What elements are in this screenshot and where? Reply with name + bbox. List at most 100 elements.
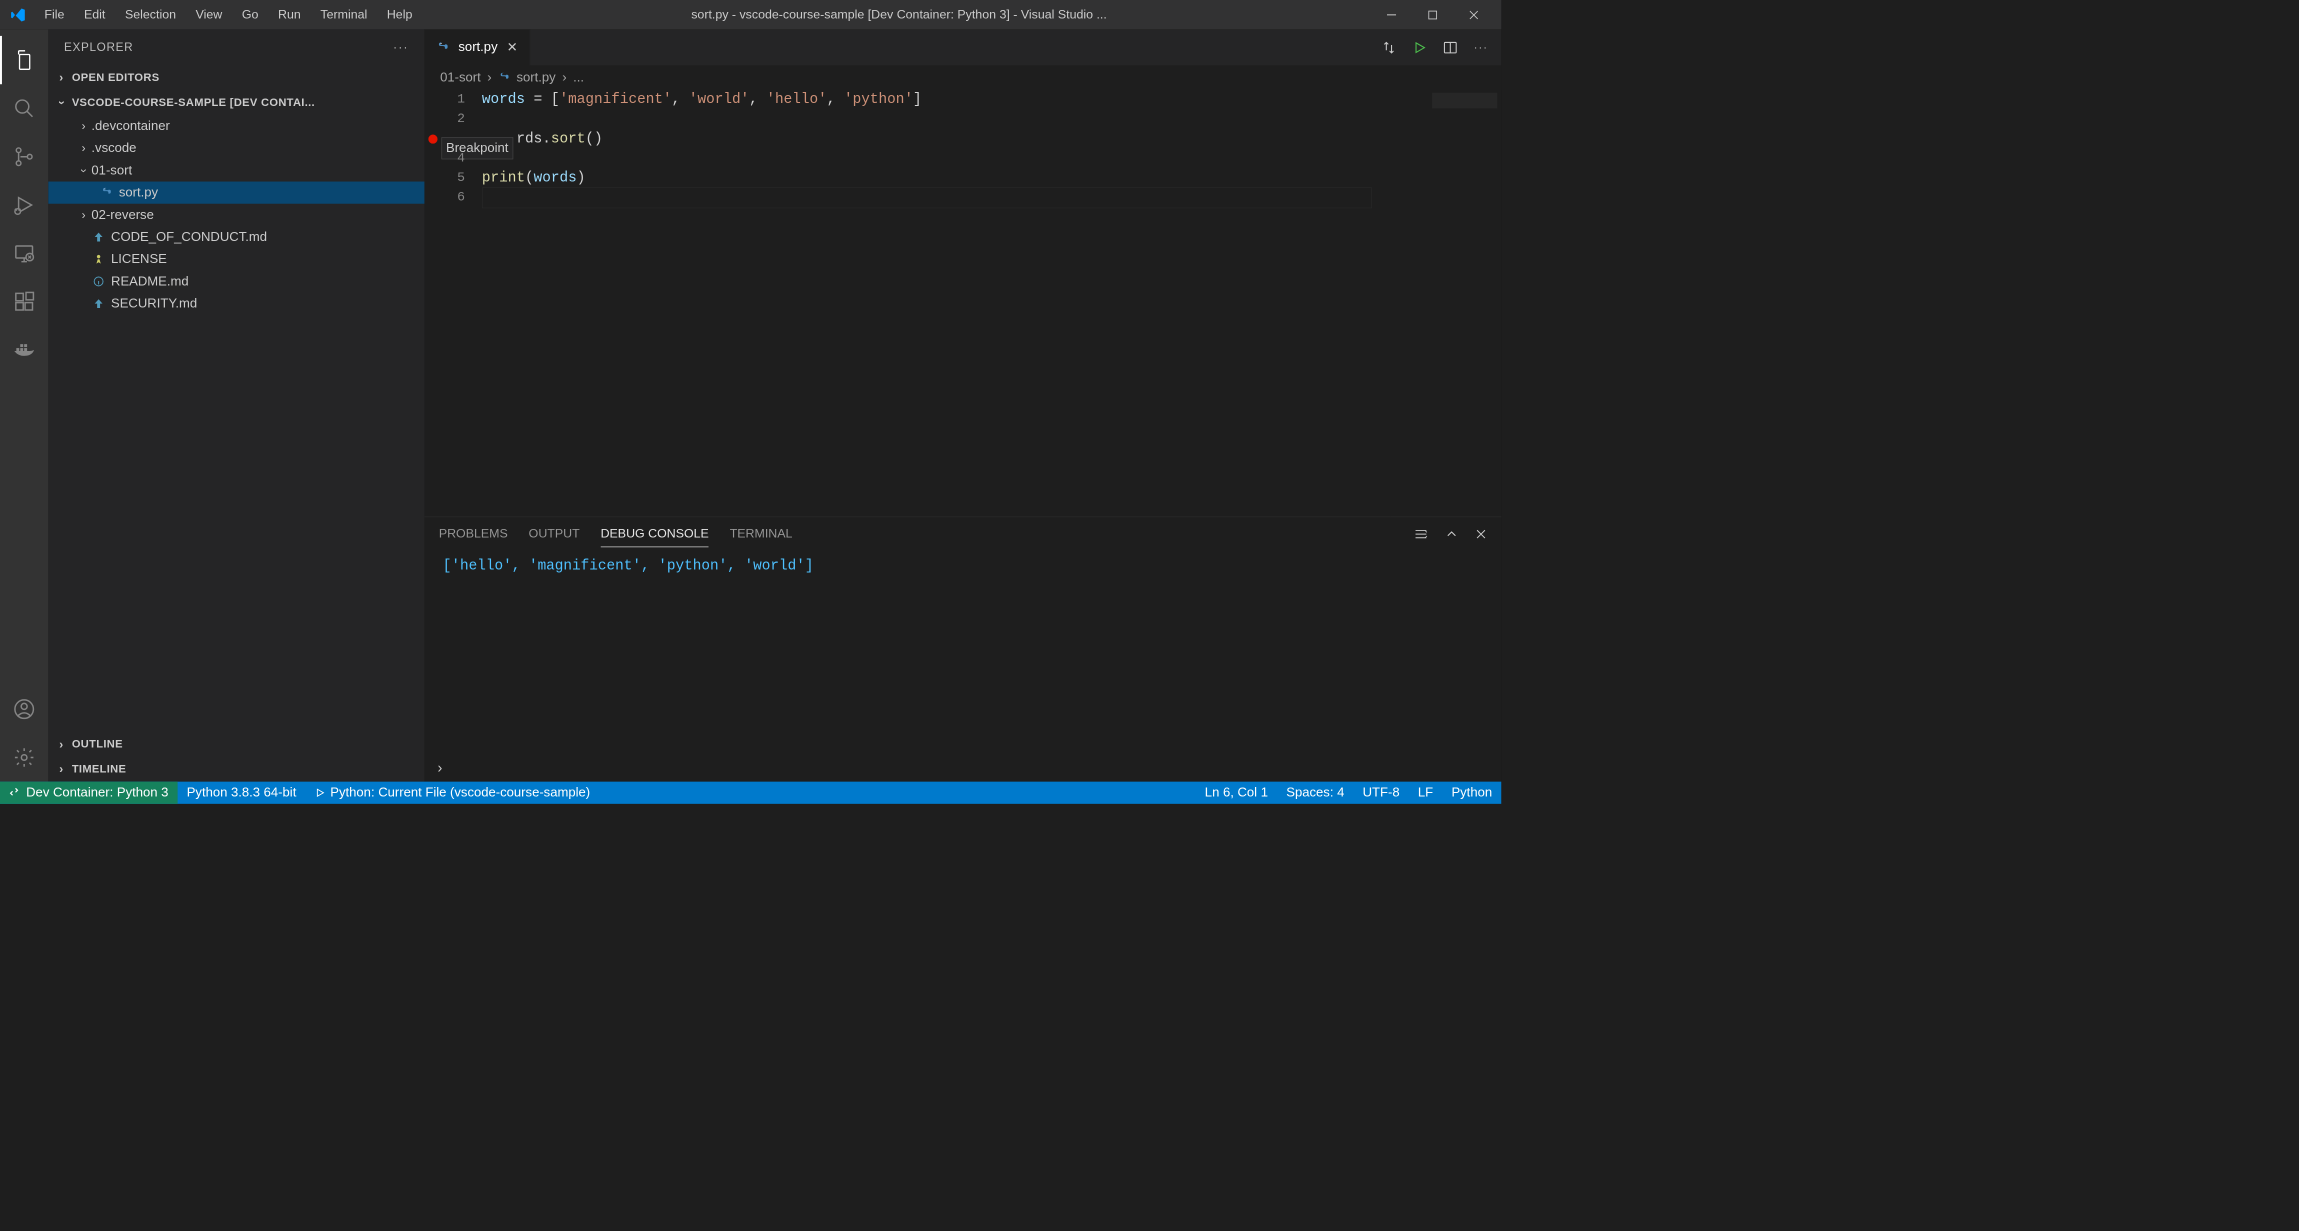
chevron-right-icon: › bbox=[54, 71, 70, 85]
collapse-panel-icon[interactable] bbox=[1445, 528, 1458, 541]
breadcrumb-item[interactable]: 01-sort bbox=[440, 70, 481, 85]
editor-tabs: sort.py ✕ ··· bbox=[424, 29, 1501, 65]
cursor-position[interactable]: Ln 6, Col 1 bbox=[1196, 785, 1277, 800]
panel-tab-output[interactable]: OUTPUT bbox=[529, 522, 580, 547]
menu-run[interactable]: Run bbox=[269, 5, 310, 25]
outline-label: OUTLINE bbox=[72, 738, 123, 751]
indentation[interactable]: Spaces: 4 bbox=[1277, 785, 1353, 800]
code-line-1[interactable]: 1words = ['magnificent', 'world', 'hello… bbox=[424, 90, 1390, 110]
code-line-2[interactable]: 2 bbox=[424, 110, 1390, 130]
python-version[interactable]: Python 3.8.3 64-bit bbox=[178, 782, 306, 804]
explorer-activity-icon[interactable] bbox=[0, 36, 48, 84]
code-line-6[interactable]: 6 bbox=[424, 188, 1390, 208]
chevron-right-icon: › bbox=[76, 141, 92, 155]
menu-help[interactable]: Help bbox=[378, 5, 422, 25]
launch-config-label: Python: Current File (vscode-course-samp… bbox=[330, 785, 590, 800]
python-file-icon bbox=[498, 72, 510, 84]
outline-section[interactable]: › OUTLINE bbox=[48, 732, 424, 757]
menu-file[interactable]: File bbox=[35, 5, 73, 25]
file-sort-py[interactable]: sort.py bbox=[48, 182, 424, 204]
file-label: README.md bbox=[111, 274, 189, 289]
code-editor[interactable]: 1words = ['magnificent', 'world', 'hello… bbox=[424, 90, 1390, 516]
remote-label: Dev Container: Python 3 bbox=[26, 785, 168, 800]
remote-explorer-activity-icon[interactable] bbox=[0, 229, 48, 277]
breadcrumb-item[interactable]: ... bbox=[573, 70, 584, 85]
sidebar-title: EXPLORER bbox=[64, 40, 133, 54]
menu-selection[interactable]: Selection bbox=[116, 5, 185, 25]
file-code-of-conduct-md[interactable]: CODE_OF_CONDUCT.md bbox=[48, 226, 424, 248]
debug-console-output: ['hello', 'magnificent', 'python', 'worl… bbox=[424, 551, 1501, 754]
minimap[interactable] bbox=[1390, 90, 1501, 516]
sidebar-header: EXPLORER ··· bbox=[48, 29, 424, 65]
menu-view[interactable]: View bbox=[186, 5, 231, 25]
menu-edit[interactable]: Edit bbox=[75, 5, 115, 25]
folder-label: 02-reverse bbox=[91, 207, 153, 222]
folder--devcontainer[interactable]: ›.devcontainer bbox=[48, 115, 424, 137]
folder-label: .devcontainer bbox=[91, 119, 169, 134]
filter-icon[interactable] bbox=[1414, 527, 1428, 541]
file-license[interactable]: LICENSE bbox=[48, 248, 424, 270]
tab-sort-py[interactable]: sort.py ✕ bbox=[424, 29, 530, 65]
explorer-sidebar: EXPLORER ··· › OPEN EDITORS › VSCODE-COU… bbox=[48, 29, 424, 781]
code-line-4[interactable]: 4 bbox=[424, 149, 1390, 169]
activity-bar bbox=[0, 29, 48, 781]
folder--vscode[interactable]: ›.vscode bbox=[48, 137, 424, 159]
run-debug-activity-icon[interactable] bbox=[0, 181, 48, 229]
tab-label: sort.py bbox=[458, 40, 497, 55]
file-label: SECURITY.md bbox=[111, 296, 197, 311]
bottom-panel: PROBLEMS OUTPUT DEBUG CONSOLE TERMINAL [ bbox=[424, 517, 1501, 782]
code-line-5[interactable]: 5print(words) bbox=[424, 168, 1390, 188]
menu-go[interactable]: Go bbox=[233, 5, 268, 25]
open-editors-label: OPEN EDITORS bbox=[72, 71, 160, 84]
extensions-activity-icon[interactable] bbox=[0, 278, 48, 326]
eol[interactable]: LF bbox=[1409, 785, 1443, 800]
line-number: 4 bbox=[424, 149, 481, 169]
language-mode[interactable]: Python bbox=[1442, 785, 1501, 800]
source-control-activity-icon[interactable] bbox=[0, 133, 48, 181]
file-label: CODE_OF_CONDUCT.md bbox=[111, 230, 267, 245]
editor-actions: ··· bbox=[1381, 29, 1501, 65]
menu-terminal[interactable]: Terminal bbox=[311, 5, 376, 25]
file-tree: ›.devcontainer›.vscode›01-sortsort.py›02… bbox=[48, 115, 424, 315]
chevron-right-icon: › bbox=[54, 738, 70, 752]
line-number: 1 bbox=[424, 90, 481, 110]
minimize-button[interactable] bbox=[1377, 0, 1406, 29]
remote-indicator[interactable]: Dev Container: Python 3 bbox=[0, 782, 178, 804]
file-security-md[interactable]: SECURITY.md bbox=[48, 293, 424, 315]
folder-01-sort[interactable]: ›01-sort bbox=[48, 159, 424, 181]
panel-tab-problems[interactable]: PROBLEMS bbox=[439, 522, 508, 547]
settings-activity-icon[interactable] bbox=[0, 733, 48, 781]
chevron-down-icon: › bbox=[55, 95, 69, 111]
tab-close-icon[interactable]: ✕ bbox=[507, 39, 518, 55]
code-line-3[interactable]: BreakpointXXXXrds.sort() bbox=[424, 129, 1390, 149]
compare-changes-icon[interactable] bbox=[1381, 40, 1397, 56]
run-icon[interactable] bbox=[1412, 40, 1426, 54]
accounts-activity-icon[interactable] bbox=[0, 685, 48, 733]
docker-activity-icon[interactable] bbox=[0, 326, 48, 374]
file-readme-md[interactable]: README.md bbox=[48, 270, 424, 292]
launch-config[interactable]: Python: Current File (vscode-course-samp… bbox=[305, 782, 599, 804]
close-panel-icon[interactable] bbox=[1475, 528, 1487, 540]
encoding[interactable]: UTF-8 bbox=[1353, 785, 1408, 800]
chevron-right-icon: › bbox=[562, 70, 566, 85]
close-button[interactable] bbox=[1459, 0, 1488, 29]
folder-02-reverse[interactable]: ›02-reverse bbox=[48, 204, 424, 226]
editor-area: sort.py ✕ ··· 01-sort › bbox=[424, 29, 1501, 781]
maximize-button[interactable] bbox=[1418, 0, 1447, 29]
chevron-right-icon: › bbox=[76, 208, 92, 222]
more-actions-icon[interactable]: ··· bbox=[1474, 41, 1488, 53]
open-editors-section[interactable]: › OPEN EDITORS bbox=[48, 65, 424, 90]
chevron-right-icon: › bbox=[487, 70, 491, 85]
timeline-section[interactable]: › TIMELINE bbox=[48, 757, 424, 782]
panel-tab-debug-console[interactable]: DEBUG CONSOLE bbox=[601, 521, 709, 546]
md-icon bbox=[91, 230, 105, 244]
breadcrumb[interactable]: 01-sort › sort.py › ... bbox=[424, 65, 1501, 90]
search-activity-icon[interactable] bbox=[0, 84, 48, 132]
panel-tab-terminal[interactable]: TERMINAL bbox=[730, 522, 793, 547]
sidebar-more-icon[interactable]: ··· bbox=[393, 40, 409, 54]
breadcrumb-item[interactable]: sort.py bbox=[516, 70, 555, 85]
breakpoint-icon[interactable] bbox=[428, 135, 437, 144]
debug-console-input[interactable]: › bbox=[424, 754, 1501, 781]
workspace-section[interactable]: › VSCODE-COURSE-SAMPLE [DEV CONTAI... bbox=[48, 90, 424, 115]
split-editor-icon[interactable] bbox=[1442, 40, 1458, 56]
